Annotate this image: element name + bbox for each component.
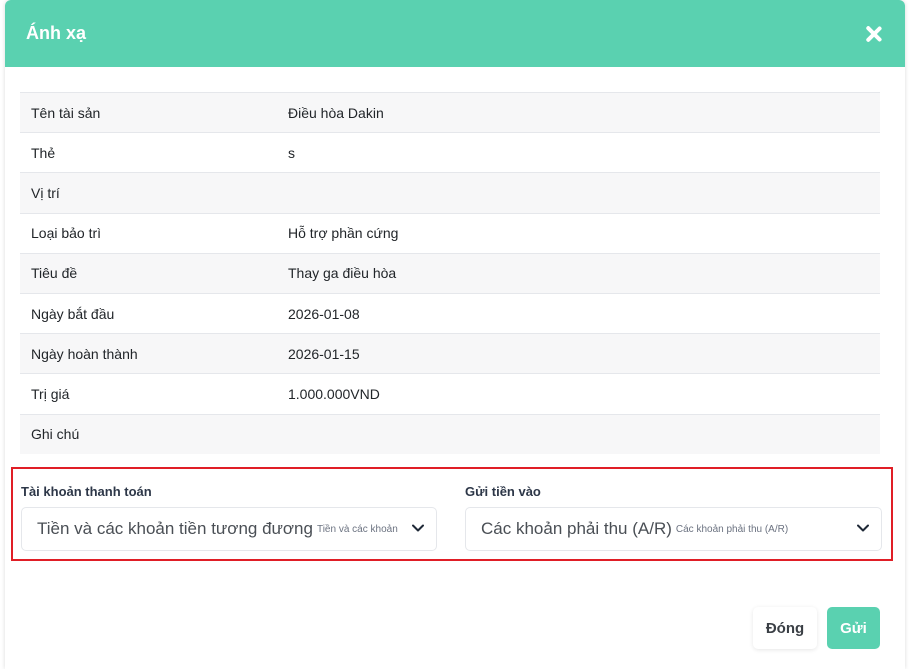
row-label: Trị giá — [31, 385, 70, 402]
payment-account-field: Tài khoản thanh toán Tiền và các khoản t… — [21, 484, 437, 551]
row-value: 2026-01-15 — [288, 345, 360, 362]
table-row: Tiêu đề Thay ga điều hòa — [20, 253, 880, 294]
row-value: 2026-01-08 — [288, 305, 360, 322]
close-icon[interactable] — [863, 23, 885, 45]
deposit-to-subvalue: Các khoản phải thu (A/R) — [675, 523, 789, 535]
payment-account-label: Tài khoản thanh toán — [21, 484, 152, 499]
deposit-to-value: Các khoản phải thu (A/R) — [481, 519, 672, 538]
table-row: Loại bảo trì Hỗ trợ phần cứng — [20, 213, 880, 254]
table-row: Ghi chú — [20, 414, 880, 455]
chevron-down-icon — [857, 524, 869, 532]
row-value: 1.000.000VND — [288, 385, 380, 402]
table-row: Vị trí — [20, 172, 880, 214]
table-row: Trị giá 1.000.000VND — [20, 373, 880, 414]
deposit-to-field: Gửi tiền vào Các khoản phải thu (A/R) Cá… — [465, 484, 882, 551]
row-label: Ghi chú — [31, 426, 80, 443]
row-value: s — [288, 144, 295, 161]
row-label: Tiêu đề — [31, 265, 78, 282]
row-value: Hỗ trợ phần cứng — [288, 225, 399, 242]
account-mapping-section: Tài khoản thanh toán Tiền và các khoản t… — [11, 467, 893, 561]
table-row: Ngày hoàn thành 2026-01-15 — [20, 333, 880, 374]
row-label: Tên tài sản — [31, 104, 101, 121]
modal-title: Ánh xạ — [26, 23, 87, 43]
payment-account-subvalue: Tiền và các khoản — [316, 523, 398, 535]
payment-account-select[interactable]: Tiền và các khoản tiền tương đương Tiền … — [21, 507, 437, 551]
row-value — [278, 173, 880, 213]
asset-info-table: Tên tài sản Điều hòa Dakin Thẻ s Vị trí Loại … — [20, 92, 880, 455]
payment-account-value: Tiền và các khoản tiền tương đương — [37, 519, 313, 538]
close-button[interactable]: Đóng — [753, 607, 817, 649]
row-label: Thẻ — [31, 144, 56, 161]
row-value: Điều hòa Dakin — [288, 104, 384, 121]
submit-button[interactable]: Gửi — [827, 607, 880, 649]
row-value: Thay ga điều hòa — [288, 265, 397, 282]
table-row: Tên tài sản Điều hòa Dakin — [20, 92, 880, 133]
row-label: Ngày bắt đầu — [31, 305, 115, 322]
deposit-to-label: Gửi tiền vào — [465, 484, 541, 499]
row-label: Loại bảo trì — [31, 225, 102, 242]
table-row: Thẻ s — [20, 132, 880, 173]
row-label: Vị trí — [31, 184, 60, 201]
deposit-to-select[interactable]: Các khoản phải thu (A/R) Các khoản phải … — [465, 507, 882, 551]
modal-header: Ánh xạ — [5, 0, 905, 67]
table-row: Ngày bắt đầu 2026-01-08 — [20, 293, 880, 334]
row-value — [278, 414, 880, 454]
row-label: Ngày hoàn thành — [31, 345, 138, 362]
chevron-down-icon — [412, 524, 424, 532]
